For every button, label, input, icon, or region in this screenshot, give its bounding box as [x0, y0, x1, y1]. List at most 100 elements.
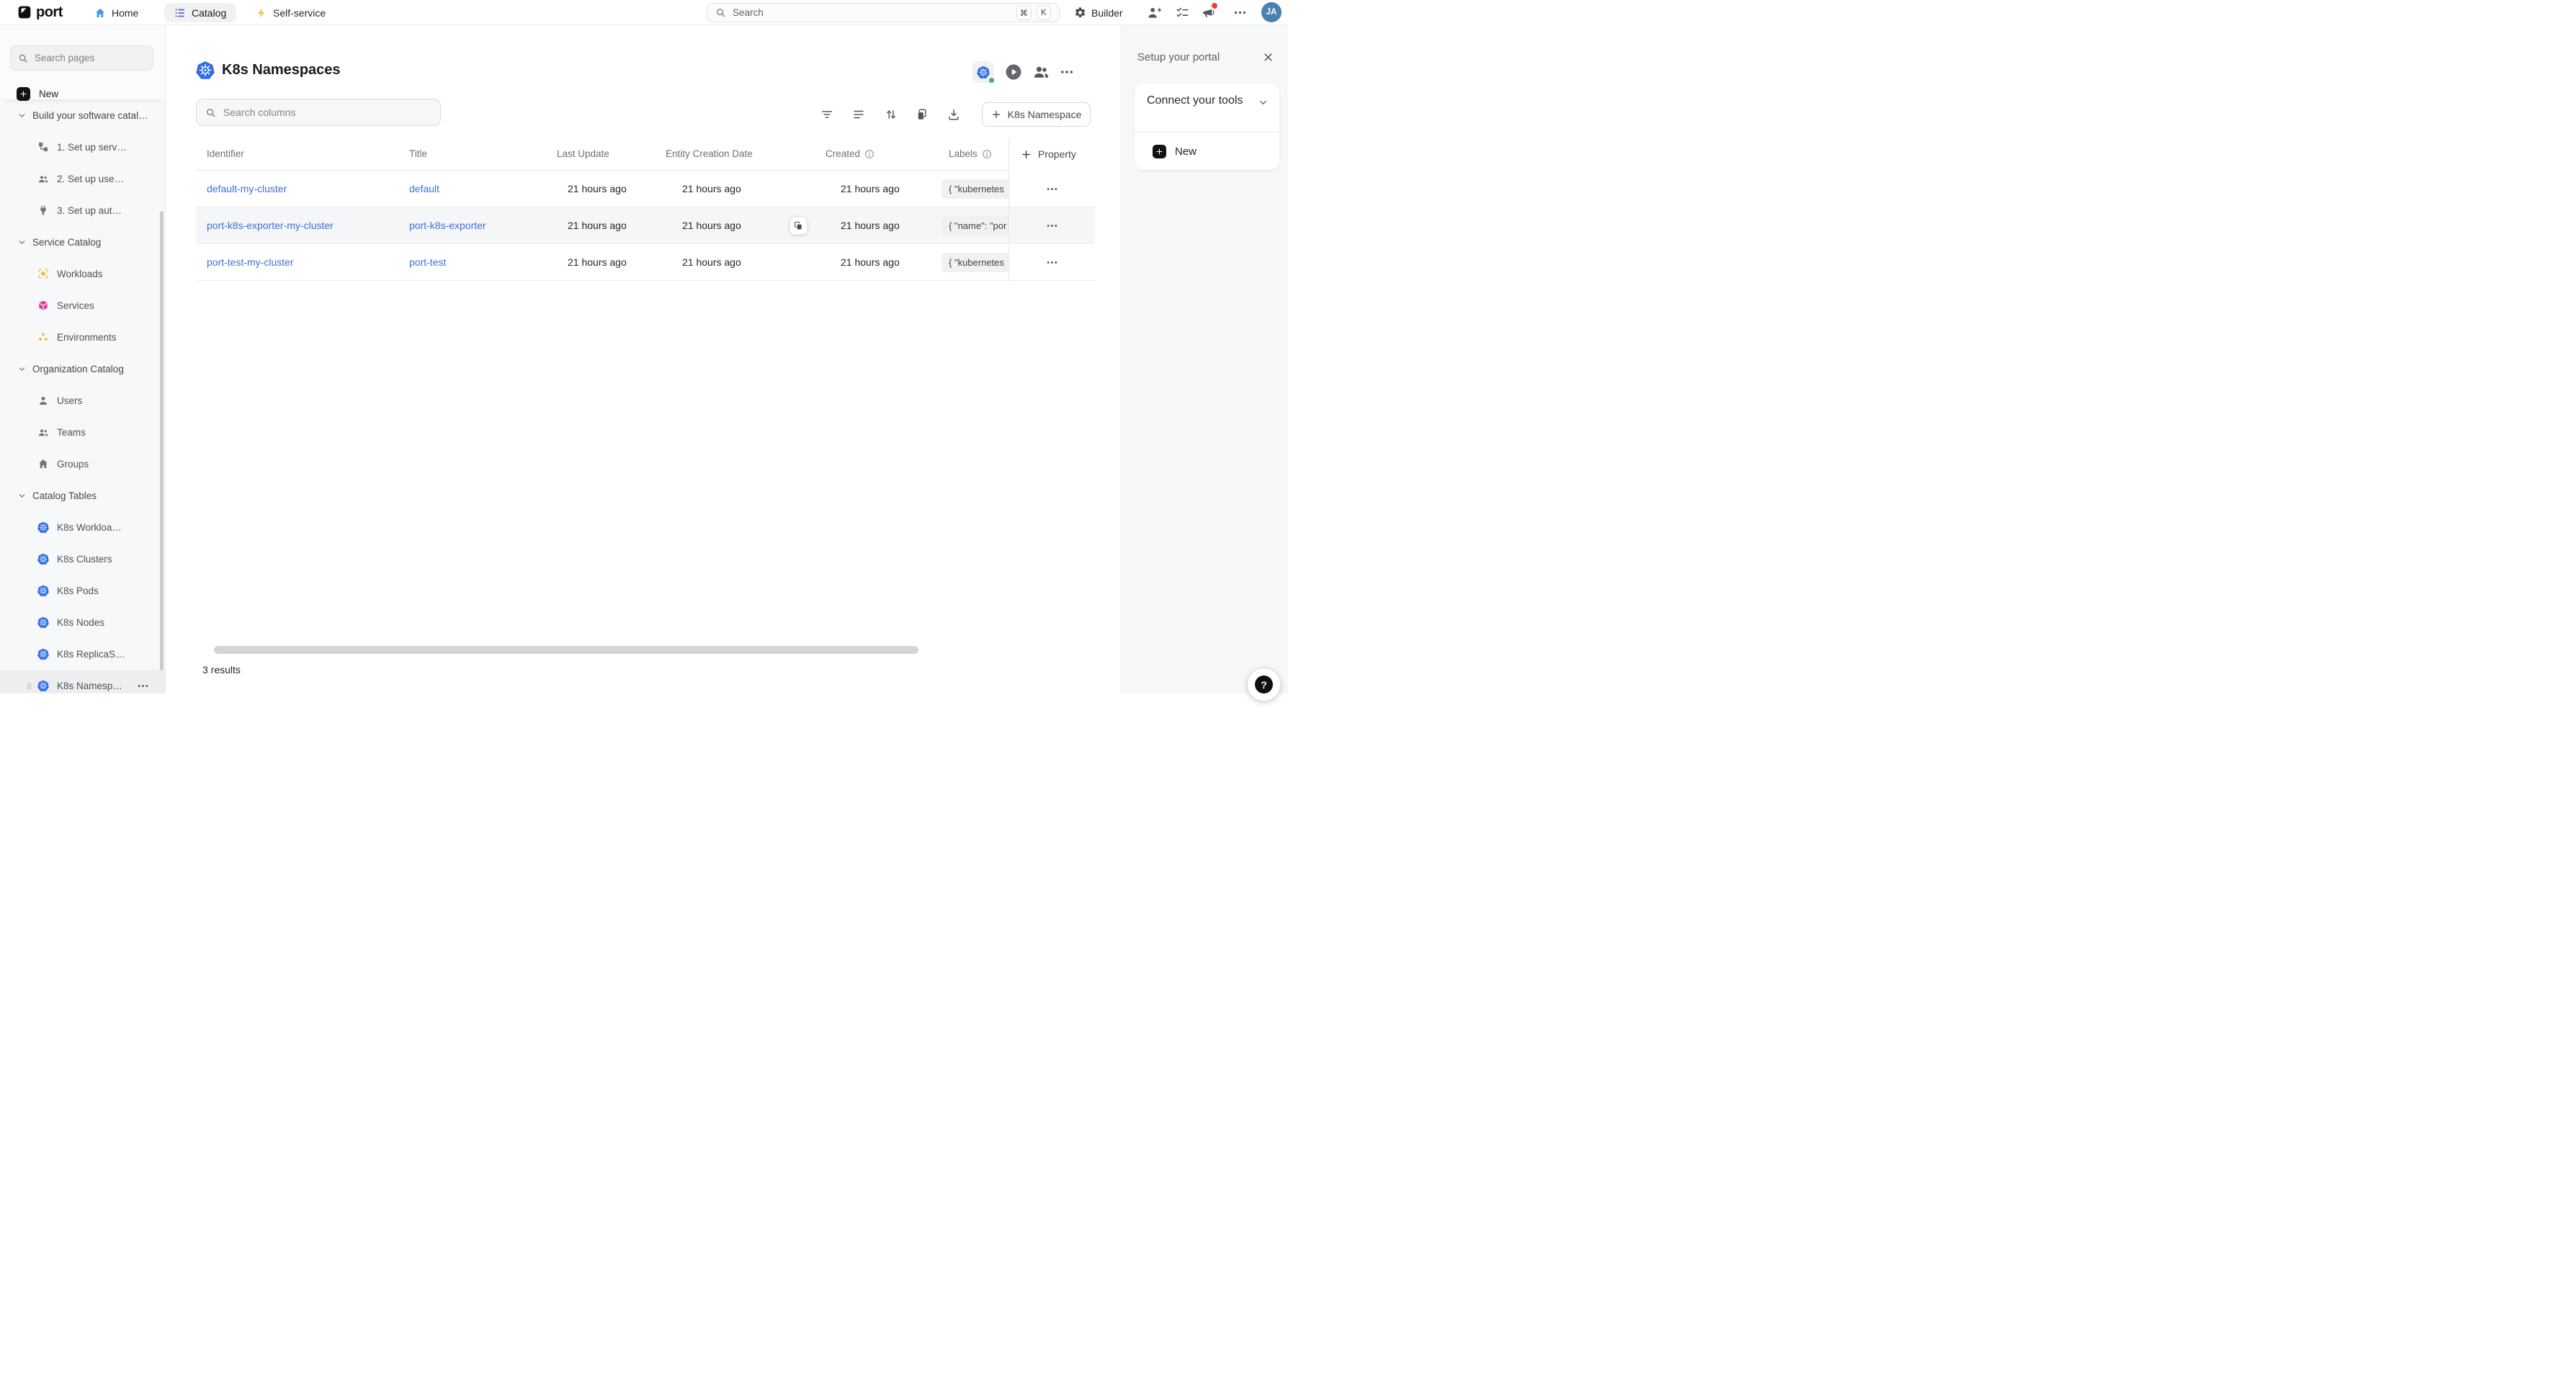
sidebar-new-button[interactable]: New [17, 87, 58, 101]
house-icon [37, 458, 49, 470]
sidebar-scrollbar[interactable] [160, 211, 164, 670]
filter-button[interactable] [820, 108, 833, 121]
column-header-labels[interactable]: Labels [949, 138, 992, 171]
sidebar-item-k8s-clusters[interactable]: K8s Clusters [0, 543, 165, 575]
manage-columns-button[interactable] [916, 108, 929, 121]
title-link[interactable]: default [409, 171, 439, 207]
column-header-entity-creation-date[interactable]: Entity Creation Date [666, 138, 753, 171]
identifier-link[interactable]: default-my-cluster [207, 171, 287, 207]
sidebar-item-users[interactable]: Users [0, 385, 165, 416]
audience-button[interactable] [1033, 64, 1049, 80]
sidebar-search-input[interactable]: Search pages [10, 45, 153, 71]
announcements-button[interactable] [1202, 6, 1215, 19]
sidebar-item-set-up-users[interactable]: 2. Set up use… [0, 163, 165, 194]
results-count: 3 results [202, 664, 241, 675]
column-header-title[interactable]: Title [409, 138, 427, 171]
identifier-link[interactable]: port-k8s-exporter-my-cluster [207, 207, 334, 244]
people-icon [37, 173, 49, 184]
sidebar: Search pages New Build your software cat… [0, 25, 166, 694]
gear-icon [1074, 6, 1086, 19]
sidebar-section-build-your-software-catalog[interactable]: Build your software catal… [0, 99, 165, 131]
nav-tab-catalog[interactable]: Catalog [164, 3, 236, 22]
row-actions-button[interactable] [1046, 220, 1058, 232]
sidebar-section-service-catalog[interactable]: Service Catalog [0, 226, 165, 258]
sort-button[interactable] [885, 108, 898, 121]
sidebar-item-set-up-automations[interactable]: 3. Set up aut… [0, 194, 165, 226]
nav-tab-self-service[interactable]: Self-service [253, 3, 328, 22]
item-menu-button[interactable] [137, 680, 149, 692]
sidebar-header: Search pages New [0, 25, 165, 99]
port-logo-text: port [36, 5, 63, 19]
port-logo[interactable]: port [17, 5, 63, 19]
info-icon[interactable] [864, 149, 875, 159]
plus-icon [17, 87, 30, 101]
column-header-created[interactable]: Created [826, 138, 875, 171]
sidebar-item-k8s-namespaces[interactable]: K8s Namesp… [0, 670, 165, 694]
builder-button[interactable]: Builder [1074, 0, 1123, 25]
entities-table: Identifier Title Last Update Entity Crea… [196, 138, 1095, 281]
horizontal-scrollbar[interactable] [214, 646, 918, 654]
global-search-input[interactable]: Search ⌘ K [707, 3, 1060, 22]
row-actions-button[interactable] [1046, 256, 1058, 269]
entity-creation-date-value: 21 hours ago [682, 244, 741, 281]
copy-value-button[interactable] [790, 217, 808, 235]
sidebar-item-workloads[interactable]: Workloads [0, 258, 165, 289]
add-k8s-namespace-button[interactable]: K8s Namespace [982, 102, 1091, 127]
row-actions-cell [1009, 171, 1095, 207]
column-header-identifier[interactable]: Identifier [207, 138, 244, 171]
labels-cell: { "name": "por [942, 207, 1009, 244]
sidebar-item-groups[interactable]: Groups [0, 448, 165, 480]
play-button[interactable] [1005, 63, 1022, 81]
info-icon[interactable] [982, 149, 992, 159]
row-actions-cell [1009, 207, 1095, 244]
title-link[interactable]: port-k8s-exporter [409, 207, 486, 244]
tasks-checklist-button[interactable] [1176, 6, 1189, 19]
plus-icon [1021, 149, 1032, 160]
sidebar-item-k8s-replicasets[interactable]: K8s ReplicaS… [0, 638, 165, 670]
chevron-down-icon [18, 112, 26, 120]
add-property-button[interactable]: Property [1009, 138, 1095, 171]
row-actions-button[interactable] [1046, 183, 1058, 195]
invite-members-button[interactable] [1148, 6, 1161, 19]
sidebar-item-k8s-workloads[interactable]: K8s Workloa… [0, 511, 165, 543]
last-update-value: 21 hours ago [568, 171, 627, 207]
search-icon [205, 107, 216, 118]
connect-your-tools-accordion[interactable]: Connect your tools [1135, 84, 1279, 133]
sidebar-item-k8s-nodes[interactable]: K8s Nodes [0, 606, 165, 638]
sidebar-new-label: New [39, 89, 58, 99]
user-avatar[interactable]: JA [1261, 2, 1282, 22]
panel-new-button[interactable]: New [1135, 133, 1279, 170]
last-update-value: 21 hours ago [568, 244, 627, 281]
close-icon[interactable] [1263, 52, 1274, 63]
notification-dot [1210, 1, 1219, 10]
title-link[interactable]: port-test [409, 244, 446, 281]
group-by-button[interactable] [852, 108, 865, 121]
catalog-icon [174, 7, 186, 19]
sidebar-item-teams[interactable]: Teams [0, 416, 165, 448]
drag-handle-icon[interactable] [25, 680, 33, 692]
cube-icon [37, 300, 49, 311]
sidebar-section-organization-catalog[interactable]: Organization Catalog [0, 353, 165, 385]
search-columns-placeholder: Search columns [223, 107, 295, 118]
page-menu-button[interactable] [1060, 65, 1074, 79]
nav-tab-label: Self-service [273, 7, 326, 19]
identifier-link[interactable]: port-test-my-cluster [207, 244, 294, 281]
entity-creation-date-value: 21 hours ago [682, 171, 741, 207]
port-logo-icon [17, 5, 32, 19]
more-options-button[interactable] [1233, 6, 1247, 19]
panel-title: Setup your portal [1137, 51, 1220, 63]
search-columns-input[interactable]: Search columns [196, 99, 441, 126]
sidebar-item-set-up-service[interactable]: 1. Set up serv… [0, 131, 165, 163]
accordion-label: Connect your tools [1147, 94, 1243, 107]
chevron-down-icon [18, 238, 26, 246]
sidebar-item-k8s-pods[interactable]: K8s Pods [0, 575, 165, 606]
blueprint-k8s-button[interactable] [972, 61, 994, 83]
sidebar-section-catalog-tables[interactable]: Catalog Tables [0, 480, 165, 511]
sidebar-item-environments[interactable]: Environments [0, 321, 165, 353]
column-header-last-update[interactable]: Last Update [557, 138, 609, 171]
sidebar-item-services[interactable]: Services [0, 289, 165, 321]
export-button[interactable] [947, 108, 960, 121]
help-button[interactable]: ? [1247, 668, 1281, 701]
nav-tab-home[interactable]: Home [91, 3, 141, 22]
panel-new-label: New [1175, 145, 1197, 158]
